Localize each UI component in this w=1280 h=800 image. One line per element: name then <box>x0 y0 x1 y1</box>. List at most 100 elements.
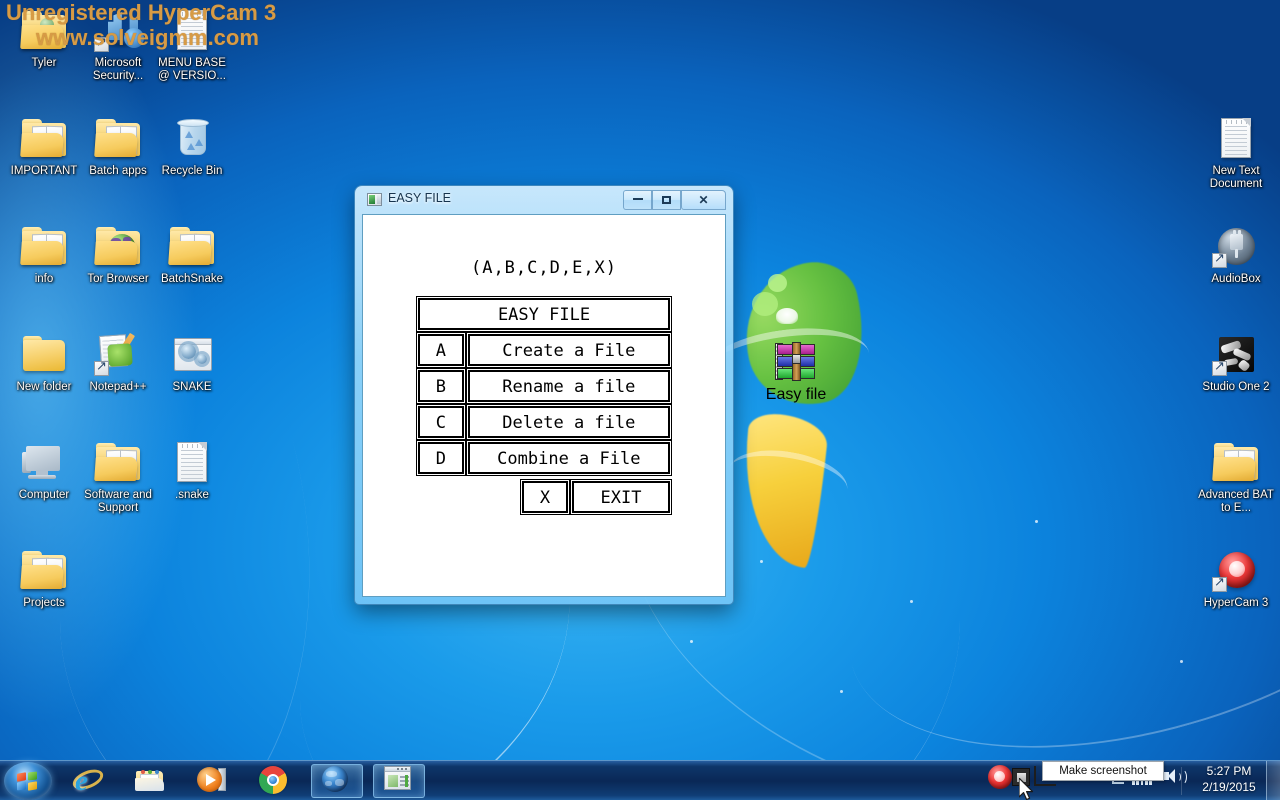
firefox-icon <box>322 766 352 796</box>
desktop-icon-advanced-bat-to-e[interactable]: Advanced BAT to E... <box>1198 438 1274 514</box>
desktop-icon-easy-file[interactable]: Easy file <box>758 335 834 404</box>
menu-option-combine-a-file[interactable]: Combine a File <box>465 440 673 476</box>
desktop-icon-computer[interactable]: Computer <box>6 438 82 502</box>
menu-row[interactable]: C Delete a file <box>416 404 673 440</box>
desktop-icon-label: Microsoft Security... <box>92 57 144 82</box>
desktop-icon-snake[interactable]: .snake <box>154 438 230 502</box>
notepad-plus-plus-icon <box>94 330 142 378</box>
show-desktop-button[interactable] <box>1266 761 1280 800</box>
menu-option-exit[interactable]: EXIT <box>570 479 672 515</box>
desktop-icon-label: Advanced BAT to E... <box>1198 489 1274 514</box>
desktop-icon-audiobox[interactable]: AudioBox <box>1198 222 1274 286</box>
desktop-icon-label: Batch apps <box>89 165 147 177</box>
wallpaper-sparkle <box>840 690 843 693</box>
desktop-icon-label: Software and Support <box>84 489 152 514</box>
tor-browser-icon <box>94 222 142 270</box>
desktop-icon-label: Tor Browser <box>87 273 149 285</box>
text-document-icon <box>168 438 216 486</box>
menu-key-x[interactable]: X <box>520 479 570 515</box>
close-button[interactable]: ✕ <box>681 190 726 210</box>
desktop-icon-label: Notepad++ <box>89 381 147 393</box>
desktop-icon-studio-one-2[interactable]: Studio One 2 <box>1198 330 1274 394</box>
desktop-icon-batchsnake[interactable]: BatchSnake <box>154 222 230 286</box>
easy-file-window[interactable]: EASY FILE ✕ (A,B,C,D,E,X) EASY FILE A Cr… <box>355 186 733 604</box>
folder-icon <box>168 222 216 270</box>
internet-explorer-icon: e <box>69 765 107 796</box>
desktop-icon-label: Studio One 2 <box>1202 381 1270 393</box>
taskbar-item-firefox[interactable] <box>311 764 363 798</box>
folder-icon <box>20 114 68 162</box>
folder-icon <box>20 222 68 270</box>
folder-user-icon <box>20 6 68 54</box>
wallpaper-butterfly <box>776 308 798 324</box>
folder-explorer-icon <box>135 766 165 796</box>
menu-key-a[interactable]: A <box>416 332 466 368</box>
desktop-icon-recycle-bin[interactable]: Recycle Bin <box>154 114 230 178</box>
desktop-icon-label: Recycle Bin <box>161 165 223 177</box>
snake-gears-icon <box>168 330 216 378</box>
recycle-bin-icon <box>168 114 216 162</box>
desktop-icon-label: Projects <box>23 597 65 609</box>
mouse-cursor <box>1019 778 1034 800</box>
taskbar-item-windows-explorer[interactable] <box>128 764 172 798</box>
audiobox-icon <box>1212 222 1260 270</box>
wallpaper-green-bubble <box>752 292 778 316</box>
desktop-icon-notepad[interactable]: Notepad++ <box>80 330 156 394</box>
desktop-icon-label: info <box>34 273 54 285</box>
menu-key-c[interactable]: C <box>416 404 466 440</box>
wallpaper-sparkle <box>760 560 763 563</box>
desktop-icon-important[interactable]: IMPORTANT <box>6 114 82 178</box>
menu-option-create-a-file[interactable]: Create a File <box>465 332 673 368</box>
menu-row[interactable]: A Create a File <box>416 332 673 368</box>
taskbar-item-windows-media-player[interactable] <box>190 764 234 798</box>
desktop-icon-microsoft-security[interactable]: Microsoft Security... <box>80 6 156 82</box>
desktop-icon-software-and-support[interactable]: Software and Support <box>80 438 156 514</box>
folder-icon <box>20 546 68 594</box>
desktop-icon-hypercam-3[interactable]: HyperCam 3 <box>1198 546 1274 610</box>
minimize-button[interactable] <box>623 190 652 210</box>
desktop-icon-new-folder[interactable]: New folder <box>6 330 82 394</box>
taskbar-item-google-chrome[interactable] <box>252 764 296 798</box>
desktop-icon-label: SNAKE <box>172 381 212 393</box>
app-window-icon <box>367 193 382 206</box>
desktop-icon-menu-base-versio[interactable]: MENU BASE @ VERSIO... <box>154 6 230 82</box>
desktop-icon-label: BatchSnake <box>160 273 223 285</box>
window-title-bar[interactable]: EASY FILE ✕ <box>362 186 726 214</box>
clock-date: 2/19/2015 <box>1202 780 1256 794</box>
menu-option-delete-a-file[interactable]: Delete a file <box>465 404 673 440</box>
menu-key-b[interactable]: B <box>416 368 466 404</box>
hypercam-icon <box>1212 546 1260 594</box>
desktop-icon-snake[interactable]: SNAKE <box>154 330 230 394</box>
winrar-archive-icon <box>772 335 820 383</box>
hypercam-record-tray-icon[interactable] <box>988 765 1012 789</box>
desktop-icon-new-text-document[interactable]: New Text Document <box>1198 114 1274 190</box>
desktop-icon-label: Easy file <box>765 386 827 403</box>
desktop-icon-tor-browser[interactable]: Tor Browser <box>80 222 156 286</box>
start-button[interactable] <box>4 762 52 800</box>
clock[interactable]: 5:27 PM 2/19/2015 <box>1196 763 1262 795</box>
desktop-icon-tyler[interactable]: Tyler <box>6 6 82 70</box>
wallpaper-green-bubble <box>768 274 787 292</box>
desktop-icon-info[interactable]: info <box>6 222 82 286</box>
maximize-button[interactable] <box>652 190 681 210</box>
window-client-area: (A,B,C,D,E,X) EASY FILE A Create a File … <box>362 214 726 597</box>
desktop-icon-label: AudioBox <box>1211 273 1261 285</box>
desktop-icon-label: New Text Document <box>1209 165 1263 190</box>
menu-key-d[interactable]: D <box>416 440 466 476</box>
desktop-icon-label: Tyler <box>31 57 57 69</box>
desktop-icon-projects[interactable]: Projects <box>6 546 82 610</box>
taskbar-item-easy-file-window[interactable] <box>373 764 425 798</box>
taskbar-item-internet-explorer[interactable]: e <box>66 764 110 798</box>
clock-time: 5:27 PM <box>1206 764 1252 778</box>
wallpaper-sparkle <box>910 600 913 603</box>
desktop-icon-batch-apps[interactable]: Batch apps <box>80 114 156 178</box>
volume-icon[interactable] <box>1164 768 1187 786</box>
wallpaper-sparkle <box>1035 520 1038 523</box>
menu-row[interactable]: B Rename a file <box>416 368 673 404</box>
menu-exit-row[interactable]: X EXIT <box>417 479 672 515</box>
wallpaper-sparkle <box>1180 660 1183 663</box>
text-document-icon <box>1212 114 1260 162</box>
menu-row[interactable]: D Combine a File <box>416 440 673 476</box>
folder-plain-icon <box>20 330 68 378</box>
menu-option-rename-a-file[interactable]: Rename a file <box>465 368 673 404</box>
